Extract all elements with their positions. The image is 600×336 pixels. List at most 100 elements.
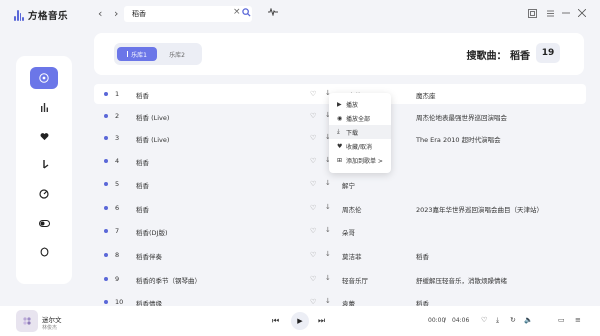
menu-item-favorite[interactable]: ♥ 收藏/取消 (329, 139, 391, 153)
sidebar-item-settings[interactable] (30, 212, 58, 234)
heart-icon[interactable]: ♡ (310, 180, 316, 188)
song-artist[interactable]: 轻音乐厅 (342, 275, 368, 285)
row-dot (104, 182, 108, 186)
menu-item-label: 下载 (346, 129, 359, 137)
row-number: 4 (115, 157, 120, 165)
menu-item-download[interactable]: ⤓ 下载 (329, 125, 391, 139)
back-arrow-icon[interactable]: ‹ (98, 8, 102, 19)
download-icon[interactable]: ⤓ (496, 316, 499, 325)
song-title[interactable]: 稻香伴奏 (136, 251, 162, 261)
sidebar (16, 56, 72, 284)
download-icon[interactable]: ↓ (325, 297, 331, 305)
forward-arrow-icon[interactable]: › (114, 8, 118, 19)
next-icon[interactable]: ⏭ (318, 316, 325, 326)
menu-item-play-all[interactable]: ◉ 播放全部 (329, 111, 391, 125)
song-album[interactable]: 2023嘉年华世界巡回演唱会曲目（天津站） (416, 204, 543, 214)
play-button[interactable]: ▶ (291, 312, 309, 330)
waveform-icon[interactable] (268, 8, 278, 16)
heart-icon[interactable]: ♡ (310, 251, 316, 259)
row-number: 9 (115, 275, 120, 283)
song-album[interactable]: 稻香 (416, 298, 429, 306)
context-menu: ▶ 播放 ◉ 播放全部 ⤓ 下载 ♥ 收藏/取消 ⊞ 添加到歌单 > (329, 93, 391, 173)
song-title[interactable]: 稻香的季节（钢琴曲） (136, 275, 201, 285)
download-icon[interactable]: ↓ (325, 250, 331, 258)
tab-library-2[interactable]: 乐库2 (157, 47, 197, 61)
settings-icon[interactable] (545, 8, 555, 18)
table-row[interactable]: 9 稻香的季节（钢琴曲） ♡ ↓ 轻音乐厅 舒缓解压轻音乐，消散烦躁情绪 (94, 269, 586, 289)
download-icon: ⤓ (337, 128, 340, 135)
title-bar: 方格音乐 ‹ › × (0, 0, 600, 28)
toggle-icon (38, 219, 50, 227)
tab-library-1[interactable]: 乐库1 (117, 47, 157, 61)
table-row[interactable]: 10 稻香情缘 ♡ ↓ 袁蕾 稻香 (94, 292, 586, 306)
heart-icon[interactable]: ♡ (310, 112, 316, 120)
table-row[interactable]: 5 稻香 ♡ ↓ 解宁 (94, 174, 586, 194)
app-name: 方格音乐 (28, 11, 69, 22)
song-title[interactable]: 稻香 (Live) (136, 134, 169, 144)
song-album[interactable]: 周杰伦地表最强世界巡回演唱会 (416, 112, 507, 122)
heart-icon[interactable]: ♡ (310, 134, 316, 142)
sidebar-item-downloads[interactable] (30, 154, 58, 176)
lyrics-icon[interactable]: ▭ (558, 316, 565, 324)
clear-search-icon[interactable]: × (233, 7, 241, 17)
loop-icon[interactable]: ↻ (510, 316, 516, 324)
close-icon[interactable] (577, 8, 587, 18)
heart-icon: ♥ (337, 142, 343, 150)
song-title[interactable]: 稻香 (136, 157, 149, 167)
menu-item-add-playlist[interactable]: ⊞ 添加到歌单 > (329, 153, 391, 167)
heart-outline-icon[interactable]: ♡ (481, 316, 487, 324)
sidebar-item-favorites[interactable] (30, 125, 58, 147)
row-dot (104, 114, 108, 118)
song-artist[interactable]: 解宁 (342, 180, 355, 190)
heart-icon[interactable]: ♡ (310, 227, 316, 235)
search-icon[interactable] (242, 8, 251, 17)
table-row[interactable]: 6 稻香 ♡ ↓ 周杰伦 2023嘉年华世界巡回演唱会曲目（天津站） (94, 198, 586, 218)
song-title[interactable]: 稻香情缘 (136, 298, 162, 306)
previous-icon[interactable]: ⏮ (272, 316, 279, 326)
album-cover[interactable] (16, 310, 38, 332)
heart-icon[interactable]: ♡ (310, 90, 316, 98)
heart-icon[interactable]: ♡ (310, 298, 316, 306)
playlist-icon[interactable]: ≡ (575, 316, 581, 324)
volume-icon[interactable]: 🔈 (524, 316, 533, 324)
sidebar-item-discover[interactable] (30, 183, 58, 205)
song-title[interactable]: 稻香(DJ版) (136, 227, 168, 237)
song-title[interactable]: 稻香 (136, 90, 149, 100)
song-title[interactable]: 稻香 (136, 204, 149, 214)
song-album[interactable]: 舒缓解压轻音乐，消散烦躁情绪 (416, 275, 507, 285)
song-title[interactable]: 稻香 (Live) (136, 112, 169, 122)
skin-icon[interactable] (527, 8, 537, 18)
download-icon[interactable]: ↓ (325, 179, 331, 187)
song-album[interactable]: 稻香 (416, 251, 429, 261)
menu-item-label: 收藏/取消 (346, 143, 373, 151)
download-icon[interactable]: ↓ (325, 274, 331, 282)
sidebar-item-music[interactable] (30, 67, 58, 89)
menu-item-play[interactable]: ▶ 播放 (329, 97, 391, 111)
search-header-panel: 乐库1 乐库2 搜歌曲： 稻香 19 (94, 33, 584, 75)
table-row[interactable]: 7 稻香(DJ版) ♡ ↓ 朵哥 (94, 221, 586, 241)
row-number: 6 (115, 204, 120, 212)
now-playing-title: 迷尔文 (42, 316, 62, 324)
song-album[interactable]: The Era 2010 超时代演唱会 (416, 134, 501, 144)
minimize-icon[interactable] (561, 8, 571, 18)
row-dot (104, 253, 108, 257)
song-artist[interactable]: 莫洁菲 (342, 251, 362, 261)
heart-icon[interactable]: ♡ (310, 275, 316, 283)
row-dot (104, 206, 108, 210)
sidebar-item-about[interactable] (30, 241, 58, 263)
download-icon[interactable]: ↓ (325, 203, 331, 211)
table-row[interactable]: 8 稻香伴奏 ♡ ↓ 莫洁菲 稻香 (94, 245, 586, 265)
song-artist[interactable]: 周杰伦 (342, 204, 362, 214)
sidebar-item-charts[interactable] (30, 96, 58, 118)
row-number: 10 (115, 298, 124, 306)
song-artist[interactable]: 朵哥 (342, 227, 355, 237)
download-icon[interactable]: ↓ (325, 226, 331, 234)
heart-icon[interactable]: ♡ (310, 204, 316, 212)
song-title[interactable]: 稻香 (136, 180, 149, 190)
song-album[interactable]: 魔杰座 (416, 90, 436, 100)
heart-icon[interactable]: ♡ (310, 157, 316, 165)
play-icon: ▶ (337, 100, 342, 108)
song-artist[interactable]: 袁蕾 (342, 298, 355, 306)
search-input[interactable] (132, 10, 228, 18)
row-number: 5 (115, 180, 120, 188)
